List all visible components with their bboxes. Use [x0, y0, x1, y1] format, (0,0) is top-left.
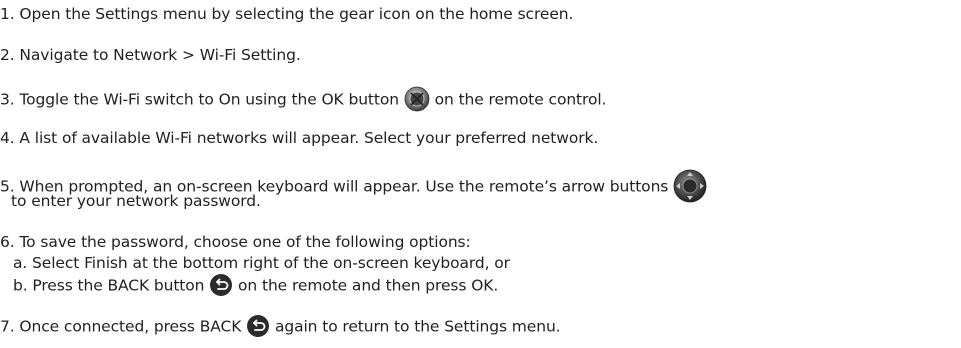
arrow-buttons-icon [673, 169, 707, 203]
instruction-list: 1. Open the Settings menu by selecting t… [0, 0, 961, 348]
step-3-text-end: on the remote control. [434, 90, 607, 109]
step-1: 1. Open the Settings menu by selecting t… [0, 5, 574, 23]
step-3: 3. Toggle the Wi-Fi switch to On using t… [0, 86, 607, 113]
step-7-text: 7. Once connected, press BACK [0, 317, 242, 336]
back-button-icon [246, 314, 270, 338]
step-6: 6. To save the password, choose one of t… [0, 233, 471, 251]
step-7: 7. Once connected, press BACK again to r… [0, 315, 561, 339]
step-6-option-a: a. Select Finish at the bottom right of … [13, 254, 510, 272]
step-6-option-b: b. Press the BACK button on the remote a… [13, 274, 498, 298]
step-4: 4. A list of available Wi-Fi networks wi… [0, 129, 599, 147]
step-2: 2. Navigate to Network > Wi-Fi Setting. [0, 46, 301, 64]
step-6-option-b-text: b. Press the BACK button [13, 276, 205, 295]
step-7-text-end: again to return to the Settings menu. [274, 317, 561, 336]
ok-button-icon [404, 86, 430, 112]
step-3-text: 3. Toggle the Wi-Fi switch to On using t… [0, 90, 399, 109]
step-6-option-b-text-end: on the remote and then press OK. [238, 276, 499, 295]
step-5-continuation: to enter your network password. [11, 192, 261, 210]
back-button-icon [209, 273, 233, 297]
